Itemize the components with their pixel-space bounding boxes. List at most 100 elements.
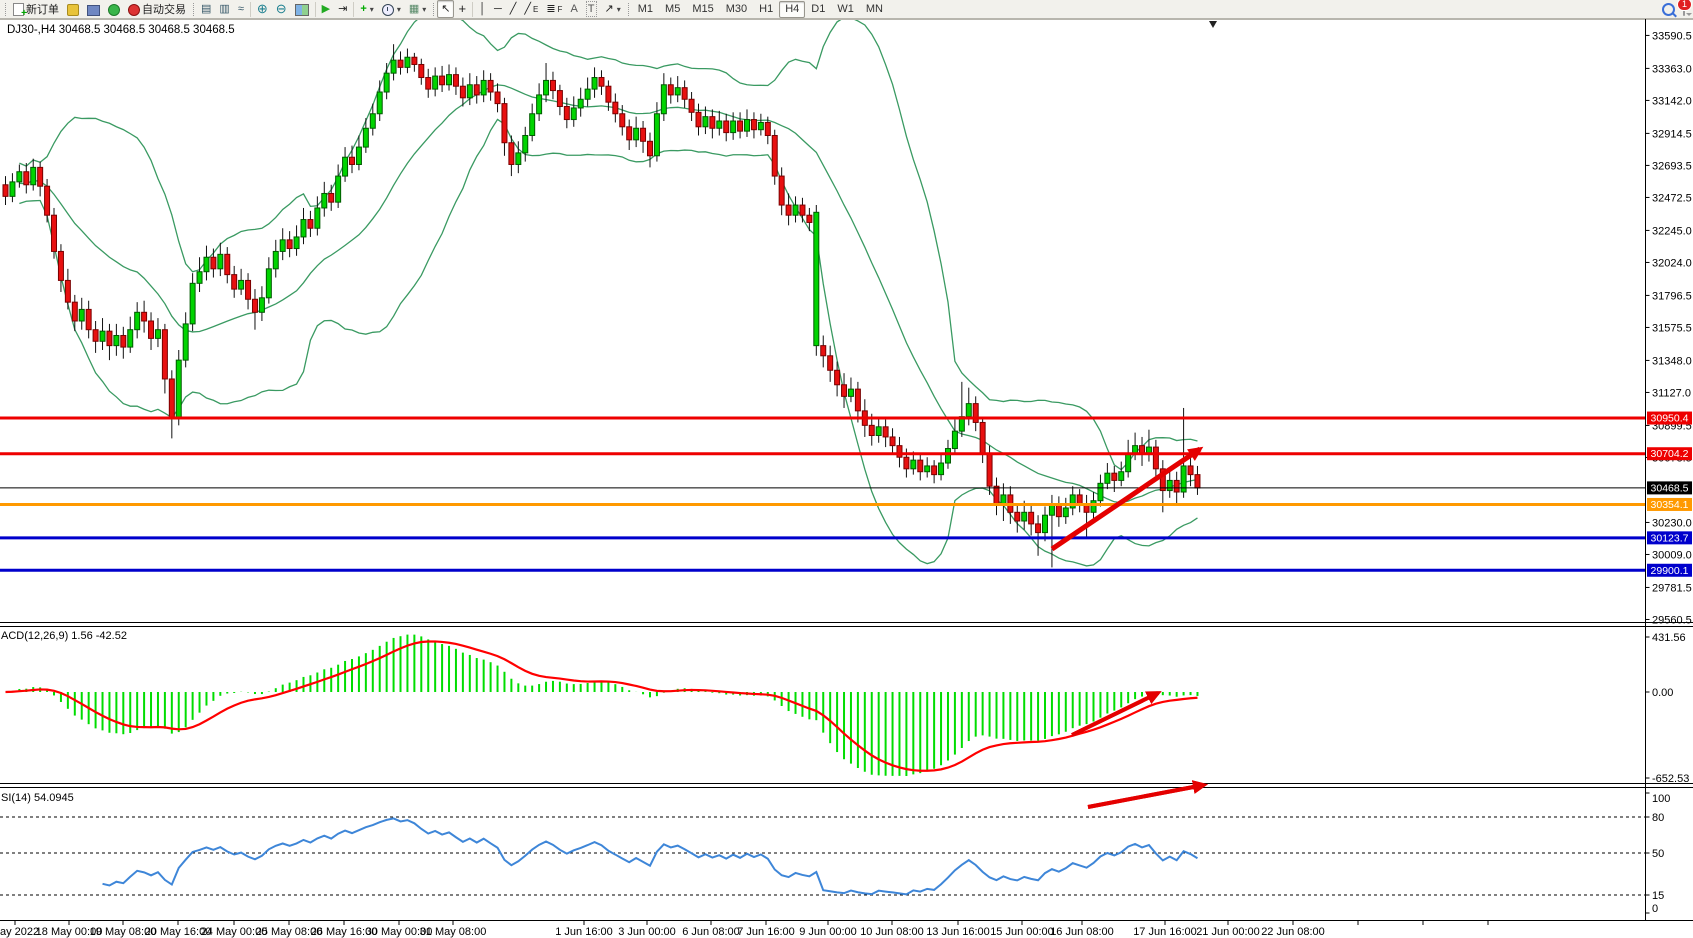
svg-text:31127.0: 31127.0 — [1652, 387, 1691, 399]
svg-text:30123.7: 30123.7 — [1651, 532, 1689, 544]
timeframe-h1-button[interactable]: H1 — [753, 1, 779, 18]
timeframe-w1-button[interactable]: W1 — [831, 1, 860, 18]
candle — [1022, 512, 1027, 521]
horizontal-line-tool-button[interactable]: ─ — [490, 0, 506, 18]
bar-chart-button[interactable]: ▤ — [197, 0, 215, 18]
strategy-tester-button[interactable] — [104, 0, 124, 18]
autotrading-icon — [128, 4, 140, 16]
candle — [343, 157, 348, 176]
timeframe-m1-button[interactable]: M1 — [632, 1, 659, 18]
indicators-button[interactable]: +▾ — [356, 0, 377, 18]
candle — [897, 446, 902, 458]
time-axis: May 202218 May 00:0019 May 08:0020 May 1… — [0, 921, 1488, 938]
search-icon[interactable] — [1662, 3, 1675, 16]
text-tool-button[interactable]: A — [566, 0, 581, 18]
timeframe-d1-button[interactable]: D1 — [805, 1, 831, 18]
fibonacci-tool-button[interactable]: ≣F — [542, 0, 566, 18]
candlestick-chart-button[interactable]: ▥ — [215, 0, 233, 18]
svg-text:3 Jun 00:00: 3 Jun 00:00 — [618, 926, 676, 938]
terminal-button[interactable] — [83, 0, 104, 18]
zoom-in-icon: ⊕ — [257, 2, 268, 16]
toolbar-grip — [193, 3, 194, 16]
vertical-line-tool-button[interactable]: │ — [475, 0, 490, 18]
templates-button[interactable]: ▦▾ — [405, 0, 430, 18]
toolbar-separator — [315, 2, 316, 17]
candle — [1167, 480, 1172, 490]
chart-shift-icon: ⇥ — [338, 2, 347, 16]
candle — [1174, 480, 1179, 492]
chart-canvas[interactable]: 33590.533363.033142.032914.532693.532472… — [0, 19, 1693, 938]
candle — [252, 299, 257, 312]
chart-shift-button[interactable]: ⇥ — [334, 0, 351, 18]
periods-button[interactable]: ▾ — [378, 0, 405, 18]
candle — [724, 121, 729, 133]
candle — [758, 122, 763, 129]
text-label-tool-button[interactable]: T — [582, 0, 601, 18]
candle — [585, 89, 590, 99]
svg-text:31 May 08:00: 31 May 08:00 — [420, 926, 487, 938]
candle — [426, 78, 431, 90]
candle — [987, 454, 992, 486]
candle — [232, 275, 237, 289]
timeframe-m30-button[interactable]: M30 — [720, 1, 753, 18]
timeframe-m5-button[interactable]: M5 — [659, 1, 686, 18]
auto-scroll-button[interactable]: ▶ — [318, 0, 334, 18]
timeframe-m15-button[interactable]: M15 — [686, 1, 719, 18]
trendline-tool-button[interactable]: ╱ — [506, 0, 521, 18]
chart-area[interactable]: 33590.533363.033142.032914.532693.532472… — [0, 19, 1693, 938]
svg-text:30009.0: 30009.0 — [1652, 549, 1692, 561]
svg-text:33590.5: 33590.5 — [1652, 30, 1692, 42]
arrows-tool-button[interactable]: ↗▾ — [601, 0, 625, 18]
trend-arrow-rsi[interactable] — [1088, 785, 1204, 807]
zoom-out-button[interactable]: ⊖ — [272, 0, 291, 18]
svg-text:31348.0: 31348.0 — [1652, 355, 1692, 367]
candle — [128, 330, 133, 347]
candle — [301, 220, 306, 237]
candle — [620, 114, 625, 127]
svg-text:16 Jun 08:00: 16 Jun 08:00 — [1050, 926, 1114, 938]
zoom-in-button[interactable]: ⊕ — [253, 0, 272, 18]
candle — [1077, 495, 1082, 504]
tile-windows-icon — [295, 4, 309, 16]
metaeditor-button[interactable] — [63, 0, 83, 18]
timeframe-h4-button[interactable]: H4 — [779, 1, 805, 18]
svg-text:32024.0: 32024.0 — [1652, 257, 1692, 269]
line-chart-button[interactable]: ≈ — [234, 0, 248, 18]
candle — [149, 321, 154, 338]
candle — [1105, 473, 1110, 483]
cursor-tool-button[interactable]: ↖ — [437, 0, 454, 18]
equidistant-channel-tool-button[interactable]: ╱E — [520, 0, 542, 18]
candle — [31, 167, 36, 184]
indicators-icon: + — [360, 2, 366, 16]
candle — [682, 88, 687, 100]
candle — [93, 330, 98, 342]
candle — [218, 254, 223, 268]
svg-text:6 Jun 08:00: 6 Jun 08:00 — [682, 926, 740, 938]
timeframe-mn-button[interactable]: MN — [860, 1, 889, 18]
macd-panel-label: ACD(12,26,9) 1.56 -42.52 — [1, 630, 127, 642]
notifications-button[interactable]: 1 — [1683, 3, 1685, 15]
horizontal-level-lines[interactable] — [0, 418, 1646, 570]
candle — [114, 335, 119, 345]
candle — [627, 127, 632, 140]
dropdown-arrow-icon: ▾ — [370, 5, 374, 14]
new-order-button[interactable]: + 新订单 — [9, 0, 63, 18]
candle — [308, 220, 313, 229]
autotrading-button[interactable]: 自动交易 — [124, 0, 190, 18]
macd-histogram — [6, 635, 1198, 776]
candle — [100, 331, 105, 341]
candle — [869, 425, 874, 435]
candle — [842, 385, 847, 397]
candle — [654, 114, 659, 156]
tile-windows-button[interactable] — [291, 0, 313, 18]
svg-text:30354.1: 30354.1 — [1651, 499, 1689, 511]
candle — [779, 176, 784, 205]
crosshair-tool-button[interactable]: + — [454, 0, 470, 18]
toolbar-grip — [433, 3, 434, 16]
candle — [481, 80, 486, 94]
crosshair-icon: + — [458, 2, 466, 16]
candle — [287, 240, 292, 249]
candle — [793, 205, 798, 215]
candle — [550, 80, 555, 90]
candle — [1091, 501, 1096, 513]
